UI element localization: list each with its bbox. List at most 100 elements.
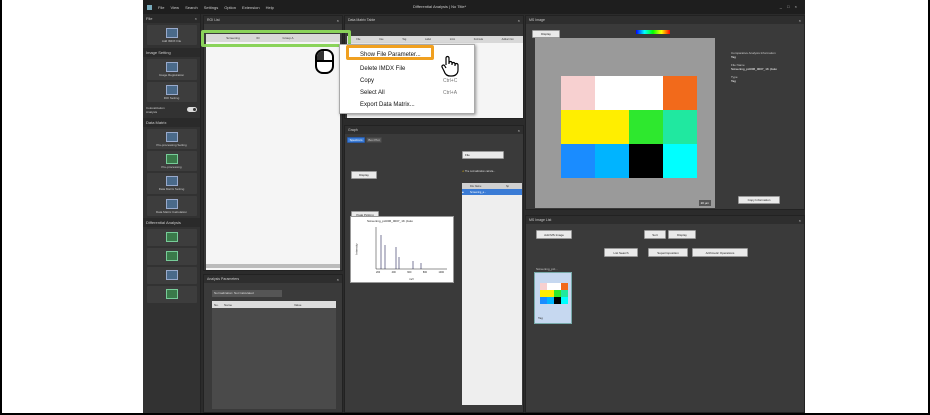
data-matrix-calculation-label: Data Matrix Calculation [155, 209, 187, 214]
sidebar-file-header[interactable]: File × [143, 14, 200, 23]
ms-image-title: MS Image [529, 18, 545, 22]
preprocessing-button[interactable]: Pre-processing [146, 151, 197, 172]
ms-image-display-dropdown[interactable]: Display [532, 30, 560, 38]
add-ms-image-button[interactable]: Add MS Image [536, 230, 572, 239]
colocalization-label: Colocalization Analysis [146, 105, 165, 114]
dm-column[interactable]: Tag [402, 38, 406, 41]
window-controls[interactable]: _ □ × [780, 4, 799, 9]
image-registration-button[interactable]: Image Registration [146, 59, 197, 80]
image-setting-label: Image Setting [146, 50, 171, 56]
preprocessing-setting-icon [165, 131, 178, 142]
copy-information-button[interactable]: Copy Information [738, 196, 780, 204]
ms-image-canvas[interactable]: 20 µm [535, 38, 715, 208]
sidebar-data-matrix-header[interactable]: Data Matrix [143, 117, 200, 127]
mouse-right-click-icon [315, 49, 334, 74]
data-matrix-calculation-icon [165, 198, 178, 209]
menu-help[interactable]: Help [266, 5, 274, 10]
colocalization-toggle-row: Colocalization Analysis [143, 106, 200, 114]
sidebar-image-setting-header[interactable]: Image Setting [143, 48, 200, 58]
param-column[interactable]: Name [224, 303, 294, 307]
preprocessing-setting-label: Pre-processing Setting [156, 142, 187, 147]
close-icon[interactable]: × [518, 18, 520, 23]
colorbar[interactable] [636, 30, 670, 34]
colocalization-toggle[interactable] [187, 107, 197, 113]
spectrum-chart[interactable]: Screening_pct006_0007_1K (Auto Intensity… [350, 216, 454, 283]
data-matrix-setting-button[interactable]: Data Matrix Setting [146, 173, 197, 194]
add-ms-image-label: Add MS Image [544, 232, 564, 237]
menu-option[interactable]: Option [224, 5, 236, 10]
thumb-swatch [561, 297, 568, 304]
menu-search[interactable]: Search [185, 5, 198, 10]
roi-list-title: ROI List [207, 18, 220, 22]
menu-item-select-all[interactable]: Select All Ctrl+A [340, 87, 476, 99]
menu-file[interactable]: File [158, 5, 164, 10]
checkbox[interactable]: ■ [462, 191, 470, 194]
analysis-icon [165, 251, 178, 262]
side-info-panel: Comparative Analysis Information Tag Fil… [731, 51, 801, 101]
superimposition-label: Superimposition [657, 250, 679, 255]
param-column[interactable]: Value [294, 303, 324, 307]
thumb-swatch [540, 283, 547, 290]
close-icon[interactable]: × [337, 18, 339, 23]
spectrum-plot [375, 227, 447, 270]
graph-file-row[interactable]: ■ Screening_a... [462, 189, 522, 195]
tab-spectrum[interactable]: Spectrum [347, 137, 365, 143]
differential-button-2[interactable] [146, 248, 197, 266]
menu-item-label: Select All [360, 90, 385, 96]
ms-list-display-button[interactable]: Display [668, 230, 696, 239]
differential-button-3[interactable] [146, 267, 197, 285]
differential-button-1[interactable] [146, 229, 197, 247]
dm-column[interactable]: Use [379, 38, 383, 41]
file-column[interactable]: File Name [470, 185, 506, 188]
thumb-swatch [554, 283, 561, 290]
menu-item-export-data-matrix[interactable]: Export Data Matrix... [340, 99, 476, 111]
arithmetic-operations-button[interactable]: Arithmetic Operations [692, 248, 748, 257]
sidebar-differential-header[interactable]: Differential Analysis [143, 218, 200, 228]
roi-setting-button[interactable]: ROI Setting [146, 81, 197, 102]
roi-list-scrollbar[interactable] [206, 264, 340, 268]
dm-column[interactable]: File [356, 38, 360, 41]
close-icon[interactable]: × [799, 218, 801, 223]
dm-column[interactable]: Label [425, 38, 431, 41]
analysis-icon [165, 289, 178, 300]
color-swatch [663, 110, 697, 144]
preprocessing-label: Pre-processing [161, 165, 182, 170]
dm-column[interactable]: Formula [474, 38, 483, 41]
graph-file-list: File Name Sp ■ Screening_a... [462, 183, 522, 405]
color-swatch [595, 144, 629, 178]
graph-file-select[interactable]: File [462, 151, 504, 159]
graph-display-dropdown[interactable]: Display [351, 171, 377, 179]
file-column[interactable]: Sp [506, 185, 516, 188]
graph-header: Graph × [345, 126, 523, 134]
param-column[interactable]: No. [212, 303, 224, 307]
tab-box-plot[interactable]: Box Plot [366, 137, 382, 143]
normalization-status: Normalization: Not Calculated [212, 290, 282, 297]
side-value: Tag [731, 55, 736, 59]
menu-extension[interactable]: Extension [242, 5, 260, 10]
collapse-icon[interactable]: × [195, 16, 197, 21]
graph-title: Graph [348, 128, 358, 132]
roi-setting-label: ROI Setting [163, 95, 180, 100]
data-matrix-calculation-button[interactable]: Data Matrix Calculation [146, 195, 197, 217]
close-icon[interactable]: × [518, 128, 520, 133]
superimposition-button[interactable]: Superimposition [648, 248, 688, 257]
close-icon[interactable]: × [337, 277, 339, 282]
data-matrix-table-title: Data Matrix Table [348, 18, 376, 22]
thumbnail-tag: Tag [538, 316, 543, 320]
color-swatch [663, 76, 697, 110]
preprocessing-setting-button[interactable]: Pre-processing Setting [146, 128, 197, 150]
add-imdx-file-button[interactable]: Add IMDX File [146, 25, 197, 46]
data-matrix-label: Data Matrix [146, 119, 167, 125]
dm-column[interactable]: Adduct Ion [502, 38, 514, 41]
differential-button-4[interactable] [146, 286, 197, 304]
close-icon[interactable]: × [799, 18, 801, 23]
sidebar-file-label: File [146, 16, 153, 21]
menu-view[interactable]: View [170, 5, 179, 10]
app-logo-icon [147, 4, 152, 10]
menu-settings[interactable]: Settings [204, 5, 218, 10]
list-search-button[interactable]: List Search [604, 248, 638, 257]
dm-column[interactable]: Ionic [450, 38, 455, 41]
file-row-name: Screening_a... [470, 190, 487, 194]
ms-image-thumbnail[interactable]: Tag [534, 272, 572, 324]
sort-button[interactable]: Sort [644, 230, 666, 239]
